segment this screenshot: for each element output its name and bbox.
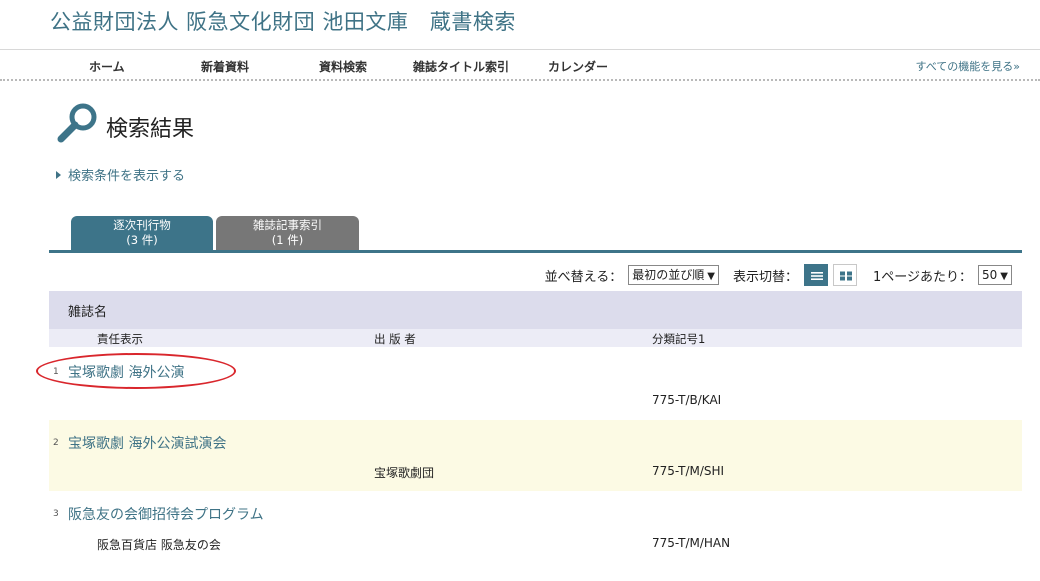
column-header-responsibility: 責任表示 [97, 332, 143, 346]
view-label: 表示切替： [732, 269, 798, 285]
nav-magazine-index[interactable]: 雑誌タイトル索引 [413, 58, 509, 75]
sort-select[interactable]: 最初の並び順 ▼ [628, 265, 719, 285]
result-number: 1 [53, 367, 59, 377]
main-nav: ホーム 新着資料 資料検索 雑誌タイトル索引 カレンダー すべての機能を見る» [0, 49, 1040, 81]
result-classification: 775-T/M/SHI [652, 464, 725, 478]
nav-new-arrivals[interactable]: 新着資料 [201, 58, 249, 75]
tab-serials-count: (3 件) [126, 233, 158, 247]
result-row: 1 宝塚歌劇 海外公演 775-T/B/KAI [49, 353, 1022, 419]
grid-view-button[interactable] [833, 264, 857, 286]
tab-serials[interactable]: 逐次刊行物 (3 件) [71, 216, 213, 251]
magnifier-icon [57, 103, 97, 143]
result-classification: 775-T/M/HAN [652, 536, 731, 550]
result-publisher: 宝塚歌劇団 [374, 466, 435, 480]
list-icon [811, 272, 823, 280]
column-header-publisher: 出 版 者 [374, 332, 416, 346]
tab-article-index[interactable]: 雑誌記事索引 (1 件) [216, 216, 359, 251]
result-classification: 775-T/B/KAI [652, 393, 722, 407]
per-page-select[interactable]: 50 ▼ [978, 265, 1012, 285]
column-header-classification: 分類記号1 [652, 332, 706, 346]
result-row: 3 阪急友の会御招待会プログラム 阪急百貨店 阪急友の会 775-T/M/HAN [49, 492, 1022, 558]
result-row: 2 宝塚歌劇 海外公演試演会 宝塚歌劇団 775-T/M/SHI [49, 420, 1022, 491]
result-title-link[interactable]: 宝塚歌劇 海外公演 [68, 362, 184, 382]
caret-right-icon [56, 171, 61, 179]
result-number: 3 [53, 509, 59, 519]
result-number: 2 [53, 438, 59, 448]
per-page-label: 1ページあたり： [873, 269, 973, 285]
list-view-button[interactable] [804, 264, 828, 286]
chevron-down-icon: ▼ [707, 271, 715, 282]
result-title-link[interactable]: 宝塚歌劇 海外公演試演会 [68, 433, 226, 453]
chevron-down-icon: ▼ [1000, 271, 1008, 282]
toggle-search-conditions[interactable]: 検索条件を表示する [56, 165, 185, 184]
tab-article-index-count: (1 件) [271, 233, 304, 247]
results-subheader [49, 329, 1022, 347]
per-page-select-value: 50 [982, 268, 998, 282]
site-title[interactable]: 公益財団法人 阪急文化財団 池田文庫 蔵書検索 [50, 6, 516, 36]
tab-serials-label: 逐次刊行物 [113, 218, 171, 232]
column-header-title: 雑誌名 [68, 305, 108, 320]
nav-search[interactable]: 資料検索 [319, 58, 367, 75]
nav-calendar[interactable]: カレンダー [548, 58, 608, 75]
results-header [49, 291, 1022, 329]
toggle-conditions-label: 検索条件を表示する [68, 169, 186, 184]
grid-icon [840, 271, 852, 281]
tab-article-index-label: 雑誌記事索引 [253, 218, 322, 232]
sort-select-value: 最初の並び順 [632, 268, 705, 282]
nav-home[interactable]: ホーム [89, 58, 125, 75]
result-title-link[interactable]: 阪急友の会御招待会プログラム [68, 504, 264, 524]
nav-all-features-link[interactable]: すべての機能を見る» [915, 58, 1020, 74]
sort-label: 並べ替える： [544, 269, 623, 285]
page-title: 検索結果 [106, 117, 195, 142]
result-responsibility: 阪急百貨店 阪急友の会 [97, 538, 221, 552]
results-toolbar: 並べ替える： 最初の並び順 ▼ 表示切替： 1ページあたり： 50 ▼ [545, 262, 1012, 288]
tab-underline [49, 250, 1022, 253]
